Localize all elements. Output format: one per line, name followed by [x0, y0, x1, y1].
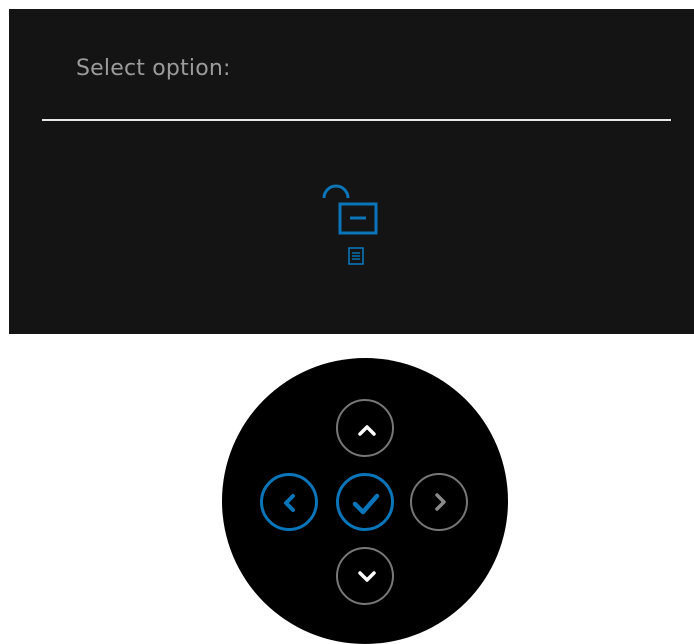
chevron-down-icon — [358, 571, 376, 582]
chevron-up-icon — [358, 425, 376, 436]
joystick-control — [222, 358, 508, 644]
title-divider — [42, 119, 671, 121]
down-button[interactable] — [336, 547, 394, 605]
menu-icon[interactable] — [346, 246, 366, 266]
osd-title: Select option: — [76, 56, 231, 81]
left-button[interactable] — [260, 473, 318, 531]
checkmark-icon — [352, 493, 380, 515]
chevron-left-icon — [284, 494, 295, 512]
osd-menu-panel: Select option: — [9, 9, 694, 334]
up-button[interactable] — [336, 399, 394, 457]
unlock-icon[interactable] — [316, 177, 384, 241]
chevron-right-icon — [435, 493, 446, 511]
ok-button[interactable] — [336, 473, 394, 531]
right-button[interactable] — [410, 473, 468, 531]
